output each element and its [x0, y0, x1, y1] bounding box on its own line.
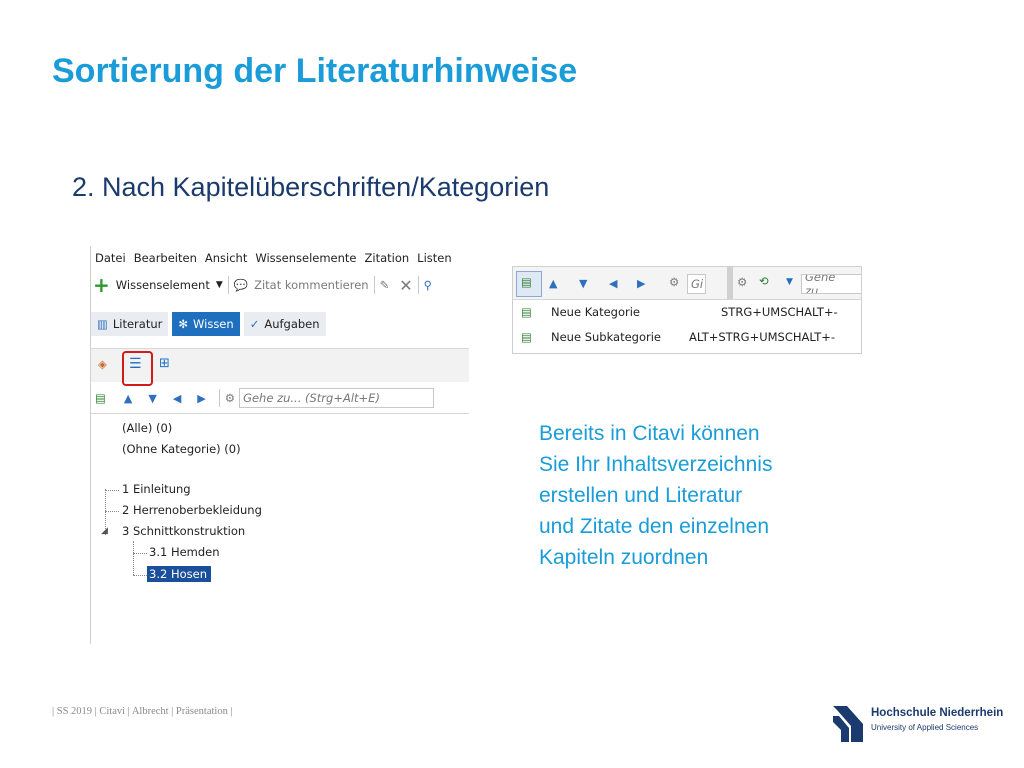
settings-icon[interactable]: ⚙	[225, 391, 235, 405]
tree-item-subchapter-selected[interactable]: 3.2 Hosen	[147, 566, 211, 582]
edit-icon[interactable]: ✎	[380, 278, 390, 292]
category-panel: ◈ ☰ ⊞ ▤ ▲ ▼ ◀ ▶ ⚙ Gehe zu... (Strg+Alt+E…	[91, 348, 469, 644]
goto-search-input[interactable]: Gehe zu... (Strg+Alt+E)	[239, 388, 435, 408]
main-toolbar: + Wissenselement ▼ 💬 Zitat kommentieren …	[93, 273, 432, 297]
search-icon[interactable]: ⚲	[424, 278, 432, 292]
tab-aufgaben-label: Aufgaben	[264, 317, 320, 331]
goto-search-placeholder: Gehe zu... (Strg+Alt+E)	[243, 391, 380, 405]
menu-item-new-subcategory[interactable]: ▤ Neue Subkategorie ALT+STRG+UMSCHALT+-	[513, 325, 861, 351]
toolbar-separator	[218, 389, 220, 407]
description-text: Bereits in Citavi können Sie Ihr Inhalts…	[539, 422, 773, 569]
tree-guide-line	[133, 553, 147, 554]
tree-item-all[interactable]: (Alle) (0)	[122, 421, 172, 435]
tree-item-chapter[interactable]: 2 Herrenoberbekleidung	[122, 503, 262, 517]
categories-highlight	[122, 351, 153, 386]
menu-item-new-category[interactable]: ▤ Neue Kategorie STRG+UMSCHALT+-	[513, 300, 861, 325]
tag-icon[interactable]: ◈	[98, 357, 107, 371]
tree-guide-line	[105, 490, 119, 491]
collapse-arrow-icon[interactable]: ◢	[101, 526, 108, 536]
tree-guide-line	[105, 511, 119, 512]
menu-item-shortcut: ALT+STRG+UMSCHALT+-	[689, 330, 836, 344]
logo-name: Hochschule Niederrhein	[871, 707, 1004, 719]
university-logo: Hochschule Niederrhein University of App…	[833, 704, 1013, 744]
tab-wissen[interactable]: ✻ Wissen	[172, 312, 240, 336]
new-subcategory-icon: ▤	[521, 330, 532, 344]
toolbar-separator	[373, 276, 375, 294]
new-knowledge-button[interactable]: Wissenselement	[116, 278, 210, 292]
tree-item-uncategorized[interactable]: (Ohne Kategorie) (0)	[122, 442, 241, 456]
move-left-icon[interactable]: ◀	[173, 392, 181, 405]
goto-search-input[interactable]: Gehe zu...	[801, 274, 861, 294]
books-icon: ▥	[97, 317, 108, 331]
panel-toolbar: ▤ ▲ ▼ ◀ ▶ ⚙ Gehe zu... (Strg+Alt+E)	[95, 387, 435, 409]
new-category-icon[interactable]: ▤	[95, 391, 106, 405]
new-category-icon[interactable]: ▤	[521, 275, 532, 289]
tree-item-chapter[interactable]: 3 Schnittkonstruktion	[122, 524, 245, 538]
move-up-icon[interactable]: ▲	[124, 392, 132, 405]
settings-icon[interactable]: ⚙	[669, 275, 679, 289]
menu-bearbeiten[interactable]: Bearbeiten	[134, 251, 197, 265]
settings-icon[interactable]: ⚙	[737, 275, 747, 289]
add-icon[interactable]: +	[93, 275, 110, 295]
goto-search-input-short[interactable]: Gi	[687, 274, 706, 294]
comment-quote-button[interactable]: Zitat kommentieren	[254, 278, 368, 292]
tree-item-subchapter[interactable]: 3.1 Hemden	[149, 545, 220, 559]
tab-literatur-label: Literatur	[112, 317, 163, 331]
move-right-icon[interactable]: ▶	[637, 277, 645, 290]
nav-tabs: ▥ Literatur ✻ Wissen ✓ Aufgaben	[91, 311, 330, 337]
menu-bar: Datei Bearbeiten Ansicht Wissenselemente…	[91, 246, 469, 270]
comment-icon[interactable]: 💬	[234, 278, 248, 292]
menu-item-shortcut: STRG+UMSCHALT+-	[721, 305, 838, 319]
history-icon[interactable]: ⟲	[759, 274, 769, 288]
menu-ansicht[interactable]: Ansicht	[205, 251, 247, 265]
citavi-category-menu: ▤ ▲ ▼ ◀ ▶ ⚙ Gi ⚙ ⟲ ▼ Gehe zu... ▤ Neue K…	[512, 266, 862, 354]
menu-item-label: Neue Kategorie	[551, 305, 641, 319]
move-down-icon[interactable]: ▼	[579, 277, 587, 290]
move-right-icon[interactable]: ▶	[197, 392, 205, 405]
groups-icon[interactable]: ⊞	[159, 356, 170, 371]
tab-literatur[interactable]: ▥ Literatur	[91, 312, 169, 336]
slide-title: Sortierung der Literaturhinweise	[52, 52, 578, 90]
menu-zitation[interactable]: Zitation	[365, 251, 410, 265]
toolbar-separator	[227, 276, 229, 294]
panel-separator	[727, 267, 733, 299]
logo-mark-icon	[833, 706, 863, 742]
slide-footer: | SS 2019 | Citavi | Albrecht | Präsenta…	[52, 706, 233, 717]
delete-icon[interactable]: ✕	[399, 276, 412, 295]
tree-guide-line	[133, 541, 134, 575]
panel-divider	[91, 413, 469, 414]
tasks-icon: ✓	[249, 317, 260, 331]
menu-datei[interactable]: Datei	[95, 251, 126, 265]
slide-subtitle: 2. Nach Kapitelüberschriften/Kategorien	[72, 172, 550, 202]
move-up-icon[interactable]: ▲	[549, 277, 557, 290]
menu-wissenselemente[interactable]: Wissenselemente	[255, 251, 356, 265]
goto-search-placeholder-short: Gi	[691, 277, 704, 291]
new-category-icon: ▤	[521, 305, 532, 319]
dropdown-arrow-icon[interactable]: ▼	[786, 277, 793, 287]
menu-item-label: Neue Subkategorie	[551, 330, 662, 344]
move-left-icon[interactable]: ◀	[609, 277, 617, 290]
tree-guide-line	[133, 575, 147, 576]
logo-tagline: University of Applied Sciences	[871, 723, 979, 732]
toolbar-separator	[417, 276, 419, 294]
goto-search-placeholder: Gehe zu...	[805, 274, 836, 294]
knowledge-icon: ✻	[178, 317, 189, 331]
menu-listen[interactable]: Listen	[417, 251, 451, 265]
move-down-icon[interactable]: ▼	[148, 392, 156, 405]
dropdown-arrow-icon[interactable]: ▼	[216, 280, 223, 290]
tab-aufgaben[interactable]: ✓ Aufgaben	[243, 312, 326, 336]
tree-item-chapter[interactable]: 1 Einleitung	[122, 482, 191, 496]
tab-wissen-label: Wissen	[193, 317, 234, 331]
citavi-main-window: Datei Bearbeiten Ansicht Wissenselemente…	[90, 246, 469, 644]
